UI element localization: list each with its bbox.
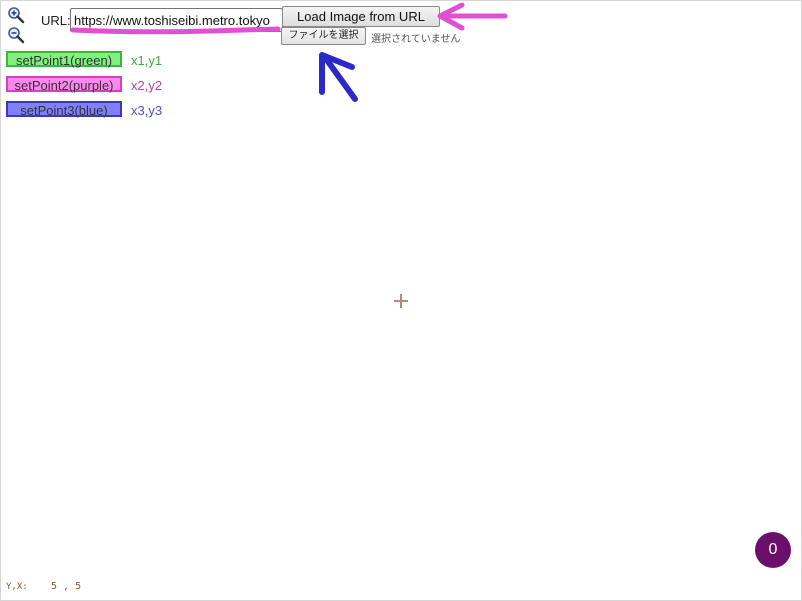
load-image-button[interactable]: Load Image from URL bbox=[282, 6, 440, 27]
count-badge[interactable]: 0 bbox=[755, 532, 791, 568]
url-input[interactable] bbox=[70, 8, 283, 32]
file-status-text: 選択されていません bbox=[371, 34, 461, 45]
point3-coords: x3,y3 bbox=[131, 103, 163, 118]
yx-value: 5 , 5 bbox=[51, 581, 82, 592]
blue-arrow-annotation bbox=[321, 53, 358, 102]
point2-coords: x2,y2 bbox=[131, 78, 163, 93]
set-point3-button[interactable]: setPoint3(blue) bbox=[6, 101, 122, 118]
set-point2-button[interactable]: setPoint2(purple) bbox=[6, 76, 122, 93]
crosshair-icon bbox=[393, 293, 409, 309]
file-select-button[interactable]: ファイルを選択 bbox=[281, 27, 366, 45]
point1-coords: x1,y1 bbox=[131, 53, 163, 68]
zoom-in-icon[interactable] bbox=[7, 6, 25, 24]
url-label: URL: bbox=[41, 13, 71, 28]
set-point1-button[interactable]: setPoint1(green) bbox=[6, 51, 122, 68]
zoom-out-icon[interactable] bbox=[7, 26, 25, 44]
yx-label: Y,X: bbox=[6, 582, 28, 592]
